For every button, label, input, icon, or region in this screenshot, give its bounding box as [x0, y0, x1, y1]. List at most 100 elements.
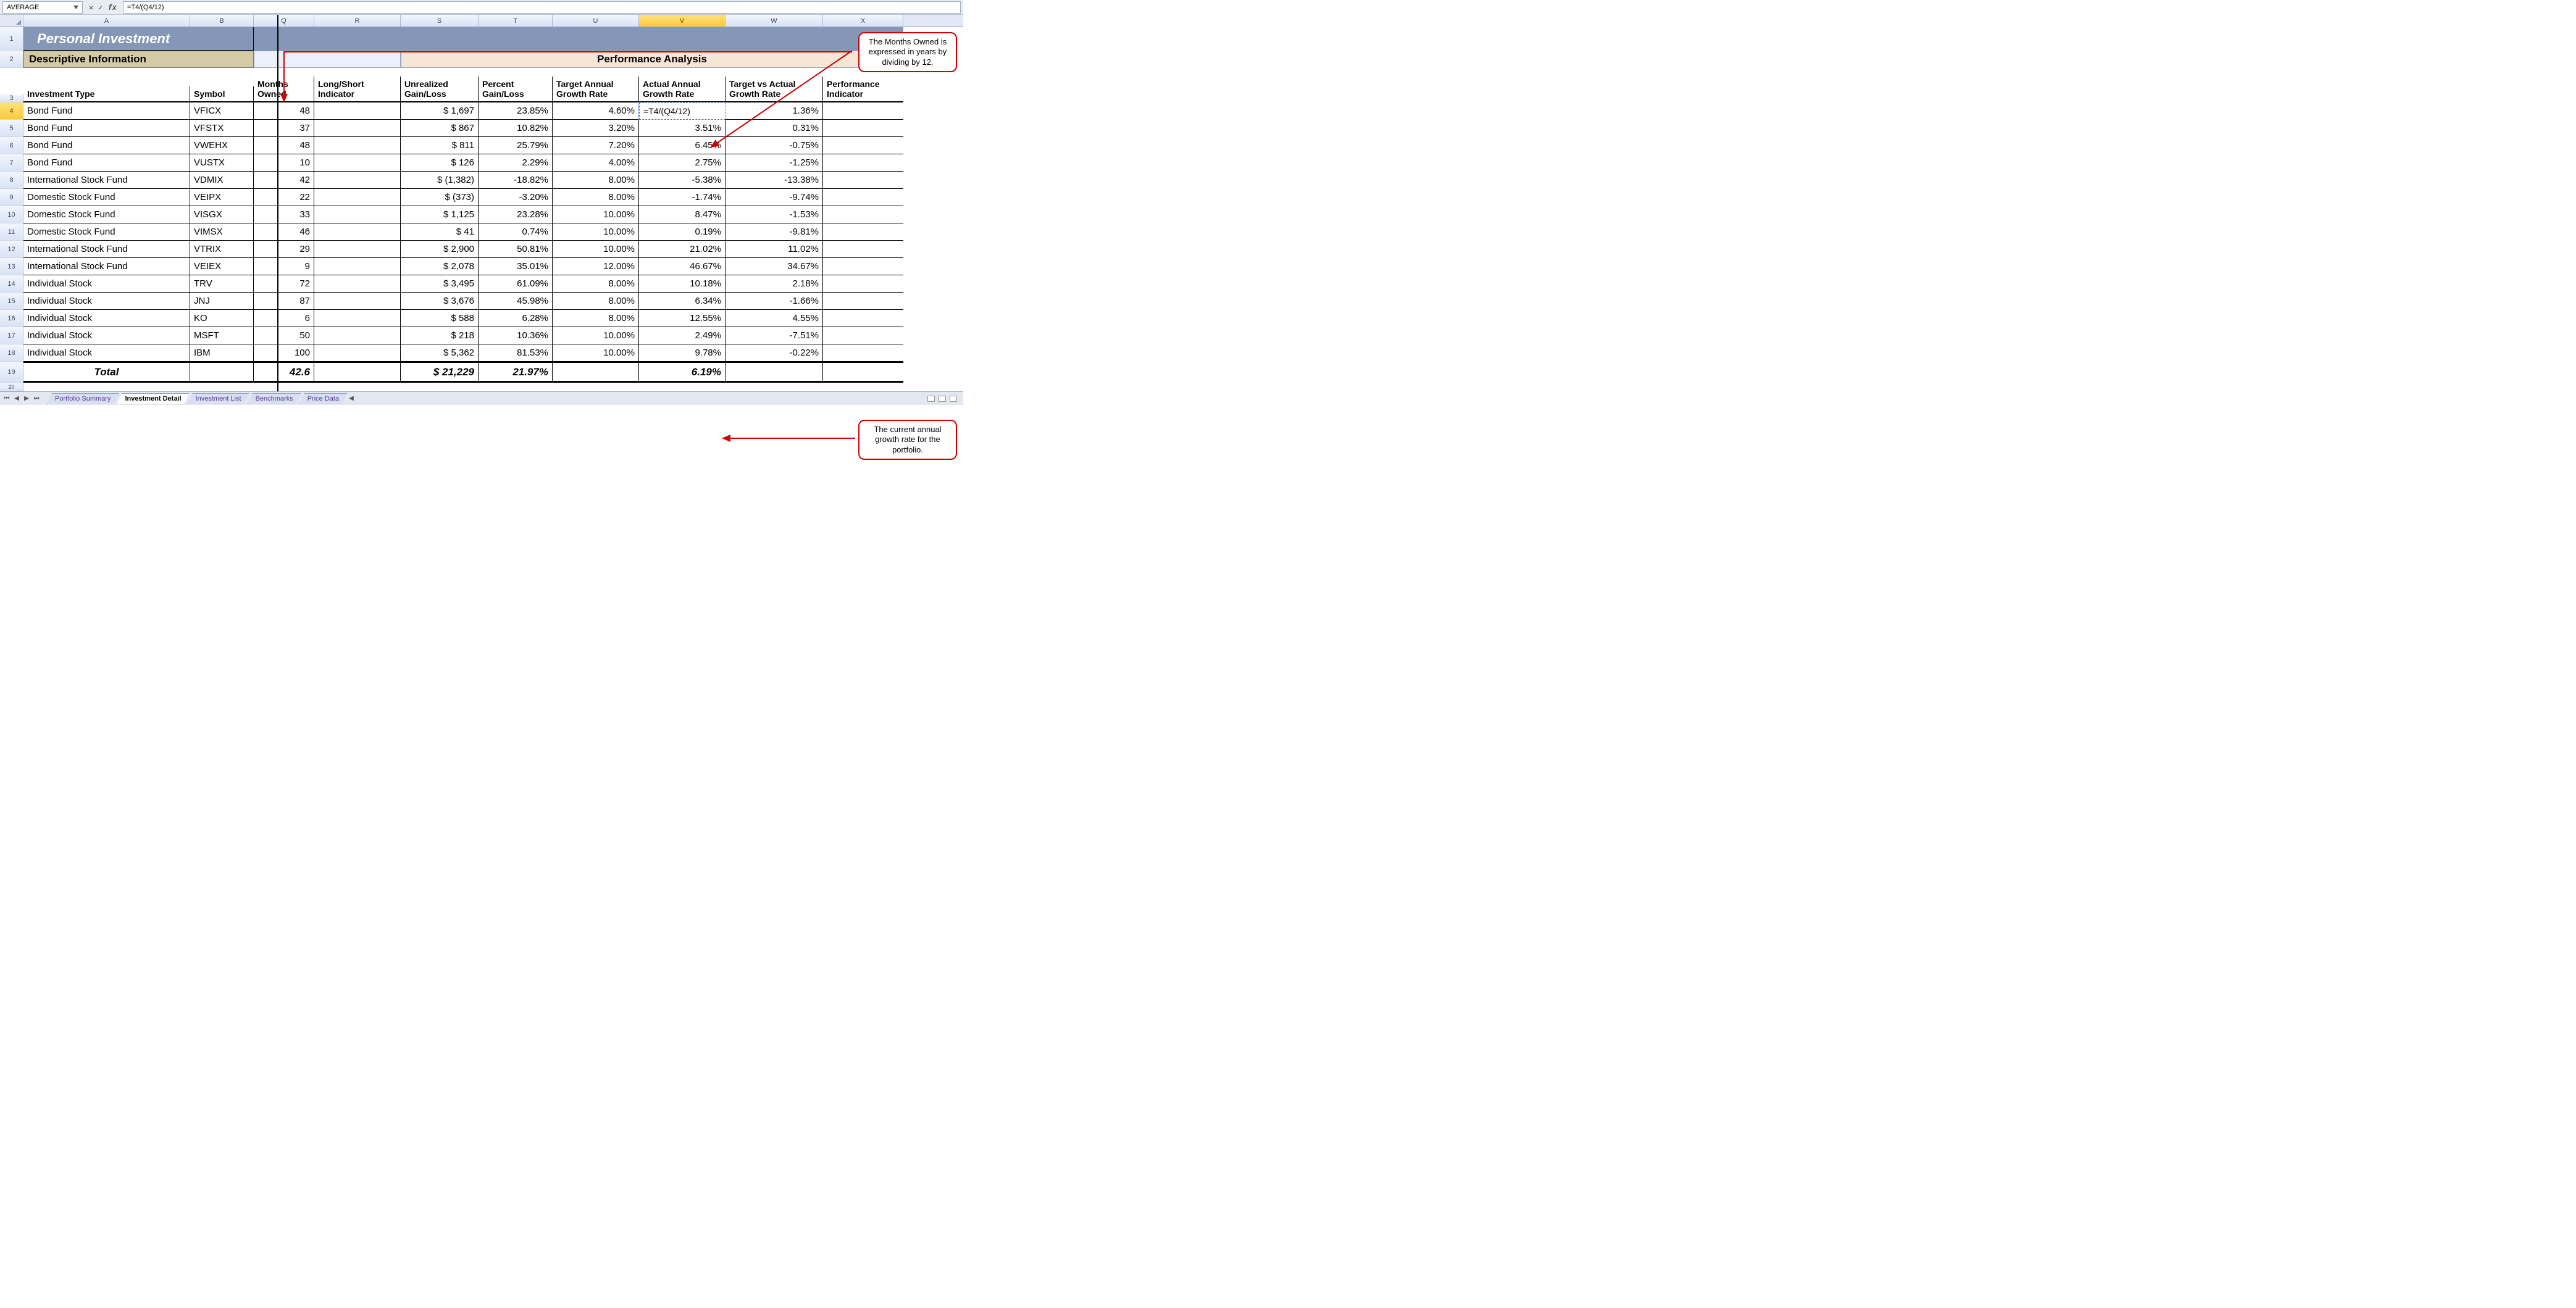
- cell-long-short[interactable]: [314, 172, 401, 189]
- cell-target-vs-actual[interactable]: -1.25%: [726, 154, 823, 172]
- cell-investment-type[interactable]: Domestic Stock Fund: [23, 223, 190, 241]
- tab-last-icon[interactable]: ⏭: [32, 394, 41, 403]
- cell-long-short[interactable]: [314, 241, 401, 258]
- cell-percent[interactable]: -18.82%: [479, 172, 553, 189]
- label-unrealized[interactable]: Unrealized Gain/Loss: [401, 77, 479, 102]
- cell-perf-indicator[interactable]: [823, 275, 903, 293]
- cell-target-growth[interactable]: 8.00%: [553, 310, 639, 327]
- enter-icon[interactable]: ✓: [98, 3, 102, 12]
- label-actual-growth[interactable]: Actual Annual Growth Rate: [639, 77, 726, 102]
- cell-symbol[interactable]: VWEHX: [190, 137, 254, 154]
- cell-long-short[interactable]: [314, 206, 401, 223]
- cell-unrealized[interactable]: $ 1,697: [401, 102, 479, 120]
- row-header[interactable]: 8: [0, 172, 23, 189]
- cell-target-vs-actual[interactable]: -9.74%: [726, 189, 823, 206]
- row-header[interactable]: 9: [0, 189, 23, 206]
- label-investment-type[interactable]: Investment Type: [23, 86, 190, 102]
- cell-investment-type[interactable]: Individual Stock: [23, 344, 190, 362]
- cell-unrealized[interactable]: $ (373): [401, 189, 479, 206]
- cell-long-short[interactable]: [314, 137, 401, 154]
- cell-symbol[interactable]: VISGX: [190, 206, 254, 223]
- row-header[interactable]: 18: [0, 344, 23, 362]
- row-header[interactable]: 7: [0, 154, 23, 172]
- cell-unrealized[interactable]: $ 1,125: [401, 206, 479, 223]
- cell-unrealized[interactable]: $ 867: [401, 120, 479, 137]
- cell-target-growth[interactable]: 4.60%: [553, 102, 639, 120]
- cell-investment-type[interactable]: Individual Stock: [23, 327, 190, 344]
- cell-target-vs-actual[interactable]: -9.81%: [726, 223, 823, 241]
- cell-unrealized[interactable]: $ (1,382): [401, 172, 479, 189]
- cell-target-vs-actual[interactable]: -7.51%: [726, 327, 823, 344]
- cell-unrealized[interactable]: $ 5,362: [401, 344, 479, 362]
- row-header[interactable]: 11: [0, 223, 23, 241]
- total-R[interactable]: [314, 362, 401, 383]
- row-header[interactable]: 6: [0, 137, 23, 154]
- cell-perf-indicator[interactable]: [823, 293, 903, 310]
- row-header[interactable]: 5: [0, 120, 23, 137]
- cell-symbol[interactable]: VEIPX: [190, 189, 254, 206]
- cell-target-vs-actual[interactable]: -1.53%: [726, 206, 823, 223]
- cell-symbol[interactable]: TRV: [190, 275, 254, 293]
- fx-icon[interactable]: fx: [107, 3, 116, 12]
- cell-investment-type[interactable]: International Stock Fund: [23, 258, 190, 275]
- cell-actual-growth[interactable]: 2.75%: [639, 154, 726, 172]
- col-header-V[interactable]: V: [639, 15, 726, 27]
- cell-investment-type[interactable]: Domestic Stock Fund: [23, 206, 190, 223]
- empty-row[interactable]: [23, 383, 903, 391]
- cell-target-vs-actual[interactable]: 4.55%: [726, 310, 823, 327]
- label-percent-gl[interactable]: Percent Gain/Loss: [479, 77, 553, 102]
- row-header[interactable]: 17: [0, 327, 23, 344]
- cell-investment-type[interactable]: Individual Stock: [23, 293, 190, 310]
- cell-perf-indicator[interactable]: [823, 223, 903, 241]
- cell-target-growth[interactable]: 8.00%: [553, 293, 639, 310]
- total-U[interactable]: [553, 362, 639, 383]
- label-months-owned[interactable]: Months Owned: [254, 77, 314, 102]
- cell-investment-type[interactable]: Bond Fund: [23, 137, 190, 154]
- cell-target-growth[interactable]: 4.00%: [553, 154, 639, 172]
- cell-investment-type[interactable]: Individual Stock: [23, 275, 190, 293]
- cell-perf-indicator[interactable]: [823, 189, 903, 206]
- cell-unrealized[interactable]: $ 588: [401, 310, 479, 327]
- cell-percent[interactable]: 23.28%: [479, 206, 553, 223]
- col-header-U[interactable]: U: [553, 15, 639, 27]
- view-mini-3[interactable]: [950, 396, 957, 402]
- view-mini-2[interactable]: [939, 396, 946, 402]
- cell-investment-type[interactable]: Individual Stock: [23, 310, 190, 327]
- cell-target-vs-actual[interactable]: 0.31%: [726, 120, 823, 137]
- cell-long-short[interactable]: [314, 275, 401, 293]
- cell-perf-indicator[interactable]: [823, 172, 903, 189]
- cell-perf-indicator[interactable]: [823, 206, 903, 223]
- cell-unrealized[interactable]: $ 2,900: [401, 241, 479, 258]
- cell-target-vs-actual[interactable]: 2.18%: [726, 275, 823, 293]
- cell-unrealized[interactable]: $ 811: [401, 137, 479, 154]
- select-all-corner[interactable]: [0, 15, 23, 27]
- cell-percent[interactable]: 81.53%: [479, 344, 553, 362]
- cell-percent[interactable]: 45.98%: [479, 293, 553, 310]
- tab-prev-icon[interactable]: ◀: [12, 394, 21, 403]
- cell-months-owned[interactable]: 29: [254, 241, 314, 258]
- row-header[interactable]: 10: [0, 206, 23, 223]
- total-percent[interactable]: 21.97%: [479, 362, 553, 383]
- cell-actual-growth[interactable]: 9.78%: [639, 344, 726, 362]
- cell-percent[interactable]: 10.36%: [479, 327, 553, 344]
- row-header-2[interactable]: 2: [0, 51, 23, 68]
- cell-percent[interactable]: 10.82%: [479, 120, 553, 137]
- cell-actual-growth[interactable]: -1.74%: [639, 189, 726, 206]
- cell-perf-indicator[interactable]: [823, 120, 903, 137]
- row-header-1[interactable]: 1: [0, 27, 23, 51]
- cell-actual-growth[interactable]: 12.55%: [639, 310, 726, 327]
- cell-symbol[interactable]: VUSTX: [190, 154, 254, 172]
- cell-long-short[interactable]: [314, 327, 401, 344]
- row-header-19[interactable]: 19: [0, 362, 23, 383]
- cell-months-owned[interactable]: 33: [254, 206, 314, 223]
- cell-target-growth[interactable]: 7.20%: [553, 137, 639, 154]
- row-header[interactable]: 12: [0, 241, 23, 258]
- cell-target-vs-actual[interactable]: -1.66%: [726, 293, 823, 310]
- tab-investment-detail[interactable]: Investment Detail: [117, 393, 189, 404]
- chevron-down-icon[interactable]: [73, 6, 78, 9]
- col-header-R[interactable]: R: [314, 15, 401, 27]
- cell-target-vs-actual[interactable]: 1.36%: [726, 102, 823, 120]
- cell-symbol[interactable]: IBM: [190, 344, 254, 362]
- tab-first-icon[interactable]: ⏮: [2, 394, 11, 403]
- cell-target-vs-actual[interactable]: -0.22%: [726, 344, 823, 362]
